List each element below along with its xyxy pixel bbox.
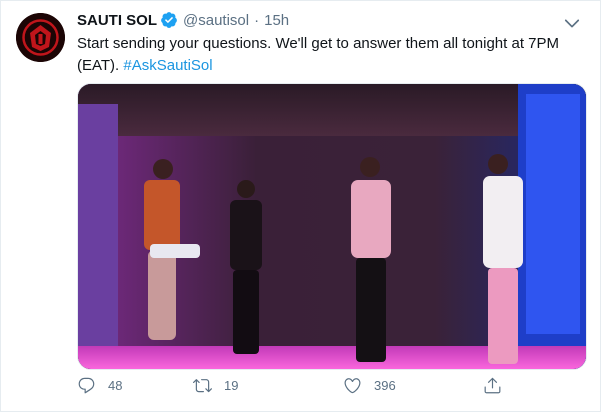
author-name[interactable]: SAUTI SOL bbox=[77, 12, 157, 29]
author-handle[interactable]: @sautisol bbox=[183, 12, 249, 29]
tweet-text: Start sending your questions. We'll get … bbox=[77, 33, 577, 77]
verified-badge-icon bbox=[160, 11, 178, 29]
retweet-icon bbox=[193, 379, 212, 393]
share-icon bbox=[484, 377, 501, 394]
tweet-timestamp[interactable]: 15h bbox=[264, 12, 289, 29]
reply-count: 48 bbox=[108, 378, 123, 393]
avatar-logo bbox=[16, 13, 65, 62]
heart-icon bbox=[344, 378, 361, 394]
band-photo bbox=[78, 84, 586, 369]
tweet-card[interactable]: SAUTI SOL @sautisol · 15h Start sending … bbox=[0, 0, 601, 412]
tweet-actions: 48 19 396 bbox=[77, 376, 537, 402]
avatar[interactable] bbox=[16, 13, 65, 62]
hashtag-link[interactable]: #AskSautiSol bbox=[123, 57, 212, 74]
like-button[interactable]: 396 bbox=[343, 376, 396, 395]
chevron-down-icon[interactable] bbox=[562, 13, 582, 33]
reply-icon bbox=[78, 377, 95, 394]
tweet-header: SAUTI SOL @sautisol · 15h bbox=[77, 11, 289, 29]
retweet-count: 19 bbox=[224, 378, 239, 393]
tweet-photo[interactable] bbox=[77, 83, 587, 370]
share-button[interactable] bbox=[483, 376, 514, 395]
reply-button[interactable]: 48 bbox=[77, 376, 122, 395]
retweet-button[interactable]: 19 bbox=[193, 376, 238, 395]
like-count: 396 bbox=[374, 378, 396, 393]
separator-dot: · bbox=[254, 11, 260, 29]
